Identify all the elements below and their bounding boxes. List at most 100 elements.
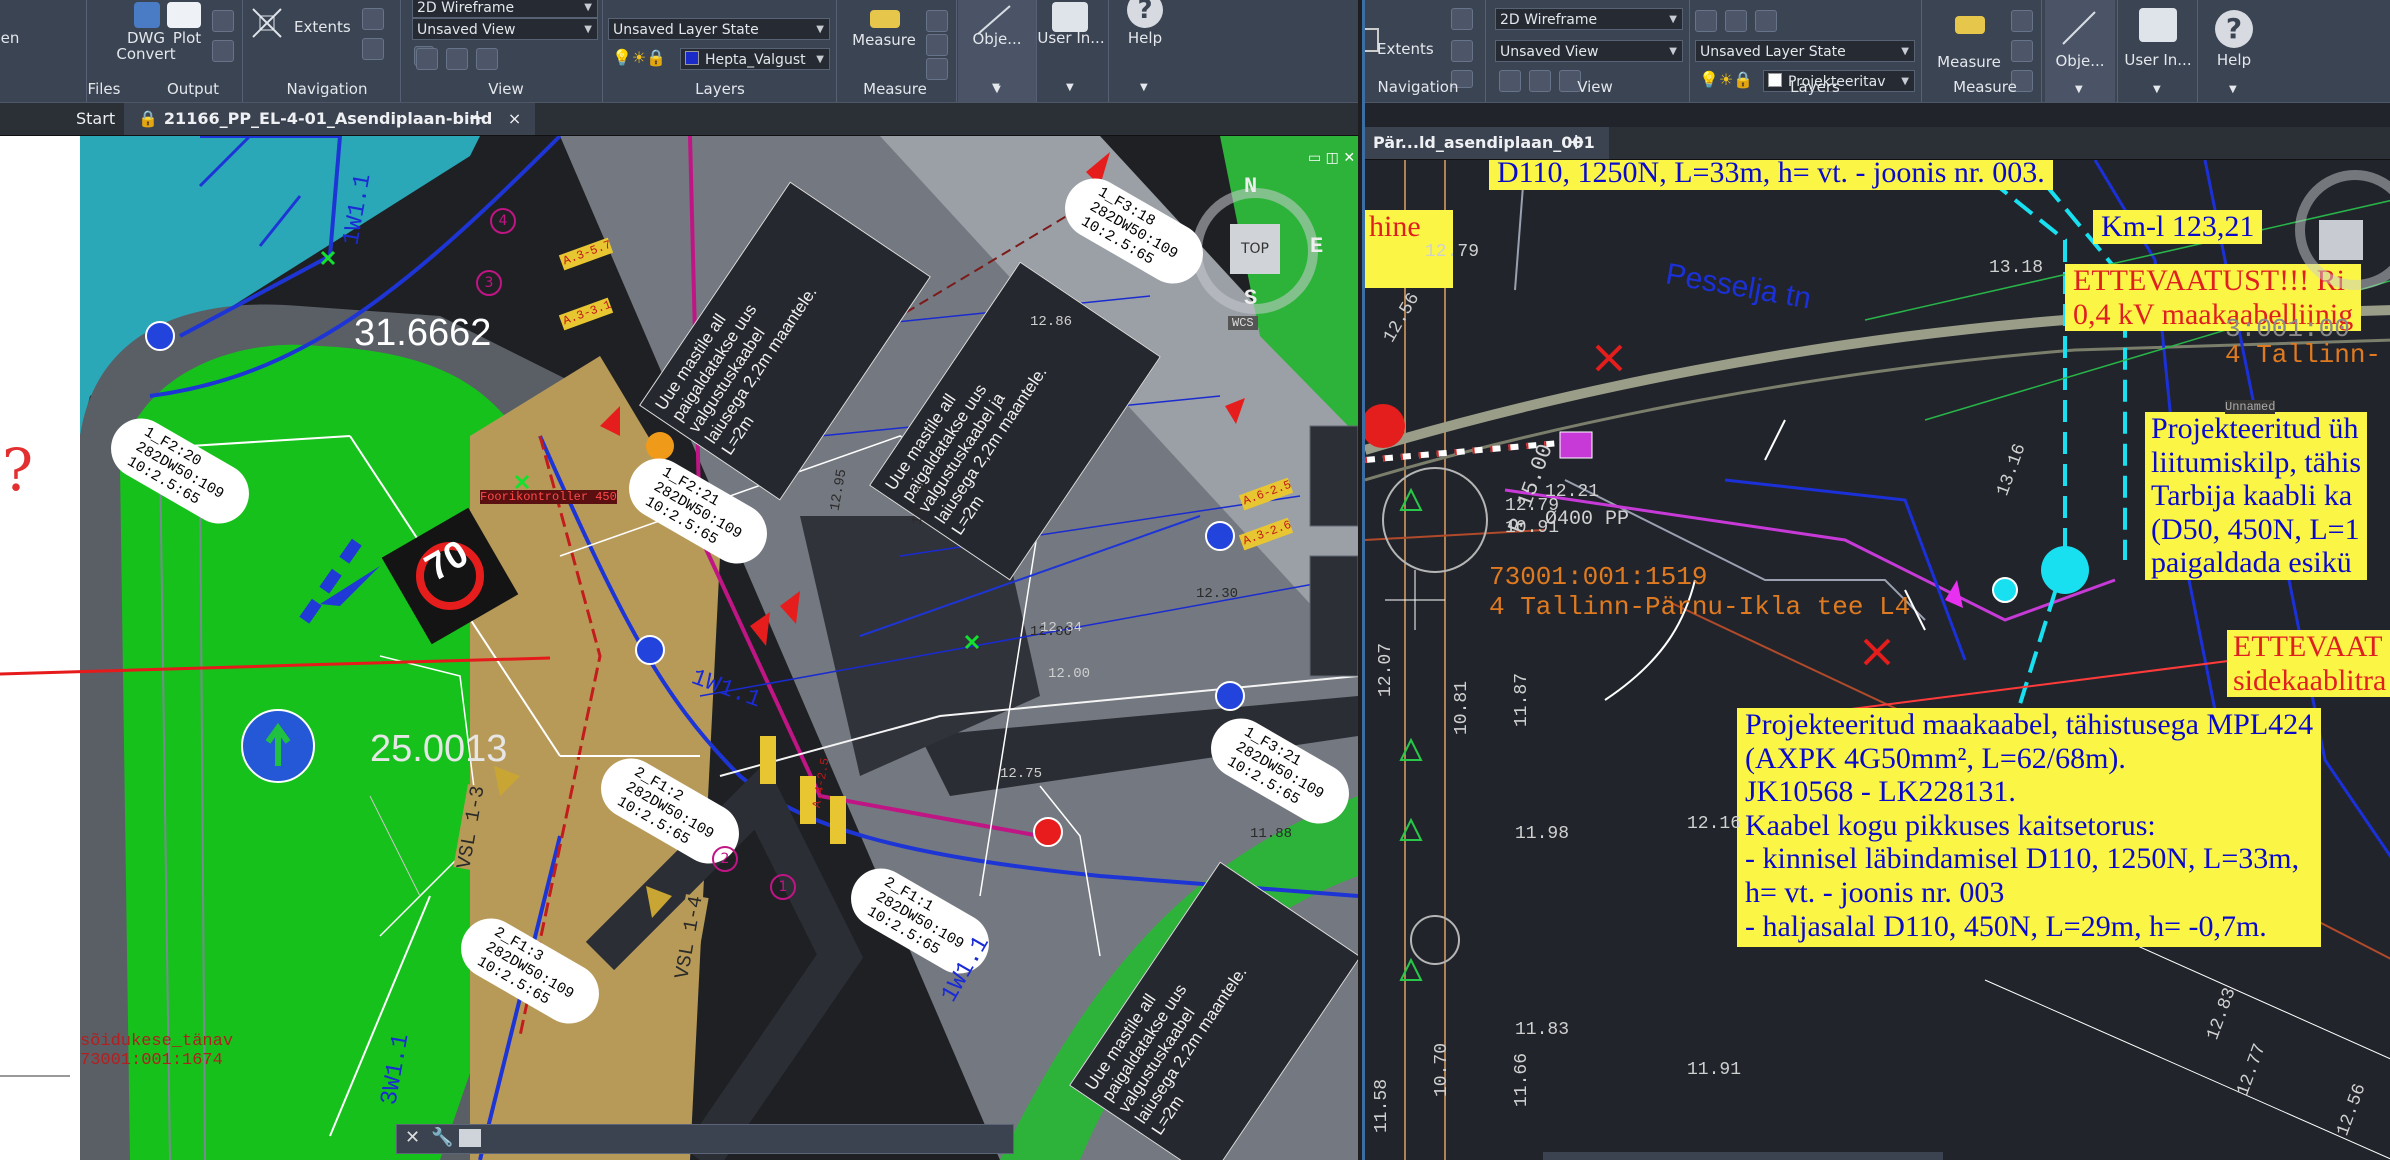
orbit-icon[interactable] (1451, 40, 1473, 62)
visual-style-dropdown[interactable]: 2D Wireframe ▼ (412, 0, 598, 18)
compass-south[interactable]: S (1244, 286, 1257, 311)
customize-icon[interactable]: 🔧 (431, 1127, 453, 1148)
batch-plot-icon[interactable] (212, 40, 234, 62)
measure-icon (1955, 16, 1985, 34)
panel-output: Output (166, 80, 220, 98)
elevation: 12.75 (1000, 766, 1043, 782)
extents-label[interactable]: Extents (1377, 40, 1434, 58)
user-interface-icon (2139, 8, 2177, 42)
extents-icon[interactable] (250, 6, 284, 40)
new-tab-icon[interactable]: + (468, 103, 486, 135)
plot-label: Plot (172, 29, 202, 47)
elevation: 12.79 (1505, 496, 1560, 516)
compass-east[interactable]: E (1310, 234, 1323, 259)
panel-files: Files (87, 80, 121, 98)
compass-north[interactable]: N (1244, 174, 1257, 199)
objects-label: Obje... (2055, 52, 2105, 70)
layer-state-icons: 💡☀🔒 (612, 48, 667, 67)
elevation: 12.34 (1040, 620, 1083, 636)
layer-dropdown[interactable]: Hepta_Valgust ▼ (680, 48, 830, 70)
layer-state-dropdown[interactable]: Unsaved Layer State ▼ (1695, 40, 1915, 62)
measure-button[interactable]: Measure (1931, 6, 2007, 82)
measure-button[interactable]: Measure (846, 0, 922, 76)
quick-calc-icon[interactable] (2011, 10, 2033, 32)
named-view-dropdown[interactable]: Unsaved View ▼ (412, 18, 598, 40)
elevation: 12.86 (1030, 314, 1073, 330)
panel-layers: Layers (1790, 78, 1840, 96)
left-autocad-window: en DWG Convert Plot Extents 2D Wireframe… (0, 0, 1358, 1160)
view-iso-icon[interactable] (1529, 70, 1551, 92)
area-icon[interactable] (926, 58, 948, 80)
tab-start[interactable]: Start (76, 103, 115, 135)
id-point-icon[interactable] (926, 34, 948, 56)
extents-label[interactable]: Extents (294, 18, 351, 36)
drawing-canvas-right[interactable]: D110, 1250N, L=33m, h= vt. - joonis nr. … (1365, 160, 2390, 1160)
open-label: en (0, 29, 20, 47)
panel-navigation: Navigation (286, 80, 368, 98)
user-interface-expand-icon[interactable]: ▼ (2153, 84, 2161, 95)
elevation: 12.16 (1687, 814, 1742, 834)
unnamed-label: Unnamed (2225, 400, 2276, 414)
elevation: 11.66 (1512, 1052, 1533, 1108)
user-interface-label: User In... (1037, 29, 1105, 47)
publish-icon[interactable] (212, 10, 234, 32)
help-button[interactable]: ? Help ▼ (2201, 6, 2267, 95)
pan-icon[interactable] (362, 8, 384, 30)
view-manager-icon[interactable] (476, 48, 498, 70)
elevation: 12.79 (1425, 242, 1480, 262)
viewcube-top-face[interactable]: TOP (1230, 224, 1280, 274)
parcel-label: 73001:001:1519 4 Tallinn-Pärnu-Ikla tee … (1489, 562, 1911, 622)
orbit-icon[interactable] (362, 38, 384, 60)
objects-button[interactable]: Obje... ▼ (2045, 0, 2115, 102)
wcs-menu[interactable]: WCS (1228, 316, 1258, 330)
file-tab-bar-left: Start 🔒 21166_PP_EL-4-01_Asendiplaan-bind… (0, 103, 1358, 136)
pan-icon[interactable] (1451, 8, 1473, 30)
layer-iso-icon[interactable] (1755, 10, 1777, 32)
help-button[interactable]: ? Help ▼ (1110, 0, 1180, 93)
command-line[interactable]: ✕ 🔧 (396, 1124, 1014, 1154)
command-line-right[interactable] (1543, 1152, 1943, 1160)
tab-document-label: 21166_PP_EL-4-01_Asendiplaan-bind (163, 109, 493, 128)
panel-view: View (1577, 78, 1613, 96)
user-interface-button[interactable]: User In... ▼ (2121, 6, 2195, 95)
plot-icon (167, 2, 201, 28)
circle-number: 3 (476, 270, 502, 296)
named-view-dropdown[interactable]: Unsaved View ▼ (1495, 40, 1683, 62)
drawing-canvas-left[interactable]: ? TOP N S W E WCS ▭ ◫ ✕ 31.6662 25.0013 … (0, 136, 1358, 1160)
user-interface-button[interactable]: User In... ▼ (1036, 0, 1106, 93)
objects-expand-icon[interactable]: ▼ (2075, 84, 2083, 95)
note-projected-1: Projekteeritud üh liitumiskilp, tähis Ta… (2145, 412, 2368, 580)
panel-objects-arrow[interactable]: ▼ (958, 84, 1036, 95)
layer-state-icons: 💡☀🔒 (1699, 70, 1754, 89)
viewport-window-controls[interactable]: ▭ ◫ ✕ (1308, 150, 1355, 166)
right-autocad-window: Extents 2D Wireframe ▼ Unsaved View ▼ Unsa… (1362, 0, 2390, 1160)
layer-properties-icon[interactable] (1695, 10, 1717, 32)
plot-button[interactable]: Plot (155, 0, 219, 76)
visual-style-dropdown[interactable]: 2D Wireframe ▼ (1495, 8, 1683, 30)
new-tab-icon[interactable]: + (1567, 127, 1585, 159)
quick-calc-icon[interactable] (926, 10, 948, 32)
layer-match-icon[interactable] (1725, 10, 1747, 32)
help-expand-icon[interactable]: ▼ (2229, 84, 2237, 95)
user-interface-expand-icon[interactable]: ▼ (1066, 82, 1074, 93)
view-front-icon[interactable] (1499, 70, 1521, 92)
view-front-icon[interactable] (416, 48, 438, 70)
elevation: 10.70 (1432, 1042, 1453, 1098)
note-warning-2: ETTEVAAT sidekaablitra (2227, 630, 2390, 698)
command-prompt-icon[interactable] (459, 1129, 481, 1147)
open-button[interactable]: en (0, 0, 30, 76)
viewcube-face[interactable] (2319, 220, 2363, 260)
help-icon: ? (1127, 0, 1163, 28)
elevation: 10.91 (1505, 518, 1560, 538)
close-tab-icon[interactable]: × (508, 109, 521, 128)
help-expand-icon[interactable]: ▼ (1140, 82, 1148, 93)
close-command-line-icon[interactable]: ✕ (405, 1127, 420, 1148)
objects-label: Obje... (972, 30, 1022, 48)
layer-state-dropdown[interactable]: Unsaved Layer State ▼ (608, 18, 830, 40)
view-iso-icon[interactable] (446, 48, 468, 70)
id-point-icon[interactable] (2011, 40, 2033, 62)
elevation: 13.18 (1989, 258, 2044, 278)
circle-number: 4 (490, 208, 516, 234)
help-label: Help (2216, 51, 2252, 69)
panel-layers: Layers (695, 80, 745, 98)
